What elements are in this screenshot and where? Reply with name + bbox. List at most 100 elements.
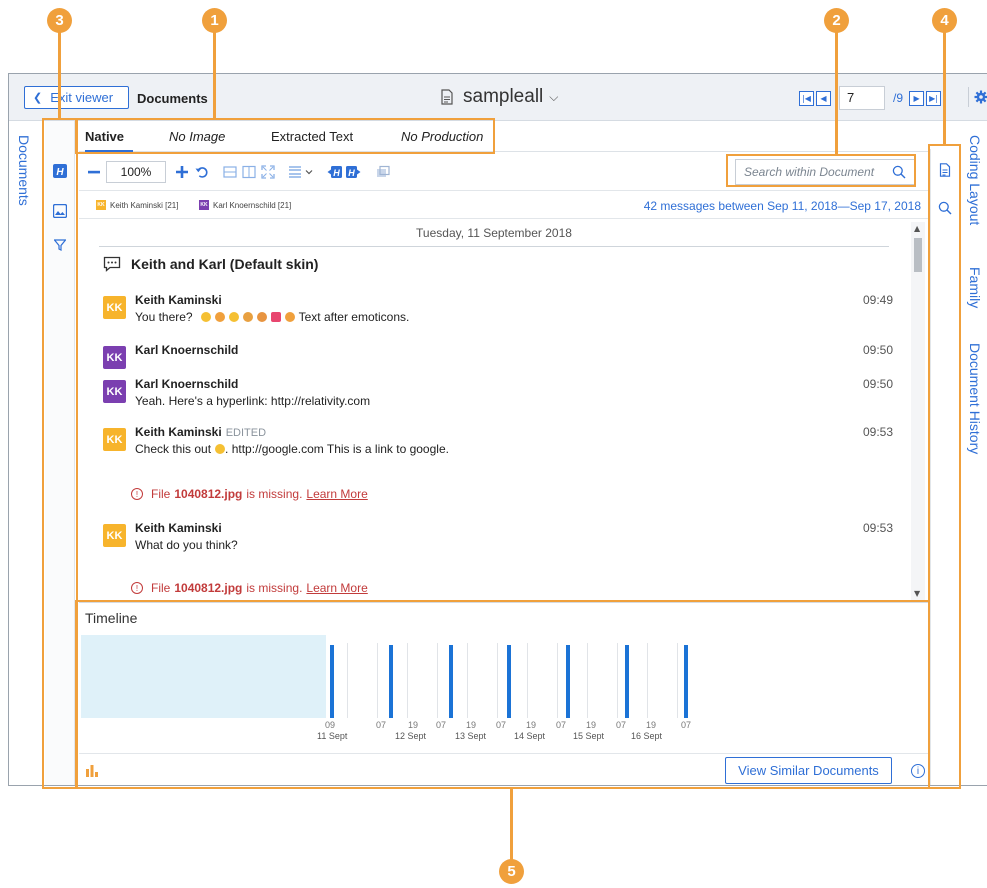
conversation-scrollbar[interactable]: ▲ ▼ [911, 222, 925, 600]
message-time: 09:49 [862, 293, 893, 307]
family-tab[interactable]: Family [967, 267, 983, 308]
documents-breadcrumb[interactable]: Documents [137, 91, 208, 106]
emoji-icon [215, 444, 226, 454]
heart-icon [270, 312, 281, 322]
rotate-icon[interactable] [194, 164, 210, 180]
last-page-icon[interactable]: ▶| [926, 90, 942, 106]
message-text: Check this out . http://google.com This … [135, 442, 449, 456]
message-time: 09:53 [862, 425, 893, 439]
avatar: KK [103, 296, 126, 319]
fit-page-icon[interactable] [241, 164, 257, 180]
warning-icon: ! [131, 488, 143, 500]
conversation-title-text: Keith and Karl (Default skin) [131, 256, 319, 272]
right-rail: Coding Layout Family Document History [962, 121, 987, 785]
svg-text:H: H [348, 168, 355, 178]
callout-box-3 [42, 118, 78, 789]
message-sender-name: Keith Kaminski [135, 425, 222, 439]
viewer-header: ❮ Exit viewer Documents sampleall ⌵ |◀ ◀… [9, 74, 987, 121]
avatar: KK [103, 524, 126, 547]
zoom-level-input[interactable]: 100% [106, 161, 166, 183]
chat-message: KK Keith Kaminski 09:49 You there? Text … [103, 293, 893, 329]
participant-avatar: KK [199, 200, 209, 210]
message-sender: Keith Kaminski [135, 293, 222, 307]
page-total: /9 [893, 91, 904, 105]
document-title[interactable]: sampleall ⌵ [439, 86, 558, 108]
fullscreen-icon[interactable] [260, 164, 276, 180]
callout-line-5 [510, 789, 513, 862]
callout-box-1 [75, 118, 495, 154]
coding-layout-tab[interactable]: Coding Layout [967, 135, 983, 225]
callout-marker-4: 4 [932, 8, 957, 33]
gear-icon [974, 90, 987, 104]
missing-file-notice: ! File 1040812.jpg is missing. Learn Mor… [131, 487, 368, 501]
chevron-down-icon[interactable] [301, 164, 317, 180]
missing-file-notice: ! File 1040812.jpg is missing. Learn Mor… [131, 581, 368, 595]
scroll-thumb[interactable] [914, 238, 922, 272]
document-title-text: sampleall [463, 86, 544, 107]
missing-file-prefix: File [151, 487, 171, 501]
callout-line-3 [58, 32, 61, 119]
message-text: Yeah. Here's a hyperlink: http://relativ… [135, 394, 371, 408]
callout-line-4 [943, 32, 946, 145]
next-highlight-icon[interactable]: H [345, 164, 361, 180]
settings-button[interactable] [968, 87, 987, 107]
chat-message: KK Karl Knoernschild 09:50 Yeah. Here's … [103, 377, 893, 413]
date-divider: Tuesday, 11 September 2018 [99, 225, 889, 247]
emoji-icon [256, 312, 267, 322]
chat-message: KK Keith Kaminski EDITED 09:53 Check this… [103, 425, 893, 461]
emoji-icon [242, 312, 253, 322]
avatar: KK [103, 380, 126, 403]
callout-line-2 [835, 32, 838, 155]
conversation-title: Keith and Karl (Default skin) [103, 256, 318, 272]
missing-file-name: 1040812.jpg [174, 581, 243, 595]
scroll-down-icon[interactable]: ▼ [914, 589, 920, 598]
message-time: 09:50 [862, 343, 893, 357]
message-text: What do you think? [135, 538, 238, 552]
message-sender: Keith Kaminski [135, 521, 222, 535]
previous-page-icon[interactable]: ◀ [816, 90, 831, 106]
message-text-end: . http://google.com This is a link to go… [225, 442, 449, 456]
next-page-icon[interactable]: ▶ [909, 90, 925, 106]
callout-line-1 [213, 32, 216, 119]
message-sender: Karl Knoernschild [135, 343, 239, 357]
first-page-icon[interactable]: |◀ [799, 90, 814, 106]
emoji-icon [200, 312, 211, 322]
participants-bar: KK Keith Kaminski [21] KK Karl Knoernsch… [79, 191, 929, 219]
participant-chip[interactable]: KK Karl Knoernschild [21] [199, 200, 291, 210]
previous-highlight-icon[interactable]: H [327, 164, 343, 180]
callout-marker-2: 2 [824, 8, 849, 33]
chevron-down-icon: ⌵ [549, 89, 559, 104]
exit-viewer-button[interactable]: ❮ Exit viewer [24, 86, 129, 109]
page-number-input[interactable]: 7 [839, 86, 885, 110]
emoji-icon [214, 312, 225, 322]
callout-marker-1: 1 [202, 8, 227, 33]
participant-label: Karl Knoernschild [21] [213, 200, 292, 210]
participant-avatar: KK [96, 200, 106, 210]
scroll-up-icon[interactable]: ▲ [914, 224, 920, 233]
conversation-pane: Tuesday, 11 September 2018 Keith and Kar… [79, 219, 929, 600]
copy-icon[interactable] [375, 164, 391, 180]
message-time: 09:53 [862, 521, 893, 535]
avatar: KK [103, 346, 126, 369]
avatar: KK [103, 428, 126, 451]
zoom-out-icon[interactable] [86, 164, 102, 180]
fit-width-icon[interactable] [222, 164, 238, 180]
svg-text:H: H [333, 168, 340, 178]
documents-rail-label[interactable]: Documents [16, 135, 32, 206]
learn-more-link[interactable]: Learn More [306, 581, 367, 595]
edited-badge: EDITED [225, 427, 267, 439]
message-sender: Karl Knoernschild [135, 377, 239, 391]
message-text-start: Check this out [135, 442, 212, 456]
document-history-tab[interactable]: Document History [967, 343, 983, 454]
message-text: You there? Text after emoticons. [135, 310, 409, 324]
callout-box-2 [726, 154, 916, 187]
zoom-in-icon[interactable] [174, 164, 190, 180]
learn-more-link[interactable]: Learn More [306, 487, 367, 501]
participant-chip[interactable]: KK Keith Kaminski [21] [96, 200, 178, 210]
chevron-left-icon: ❮ [33, 92, 43, 104]
callout-box-4 [928, 144, 961, 789]
message-count: 42 messages between Sep 11, 2018—Sep 17,… [643, 199, 921, 213]
message-time: 09:50 [862, 377, 893, 391]
document-icon [441, 89, 453, 105]
chat-message: KK Keith Kaminski 09:53 What do you thin… [103, 521, 893, 557]
